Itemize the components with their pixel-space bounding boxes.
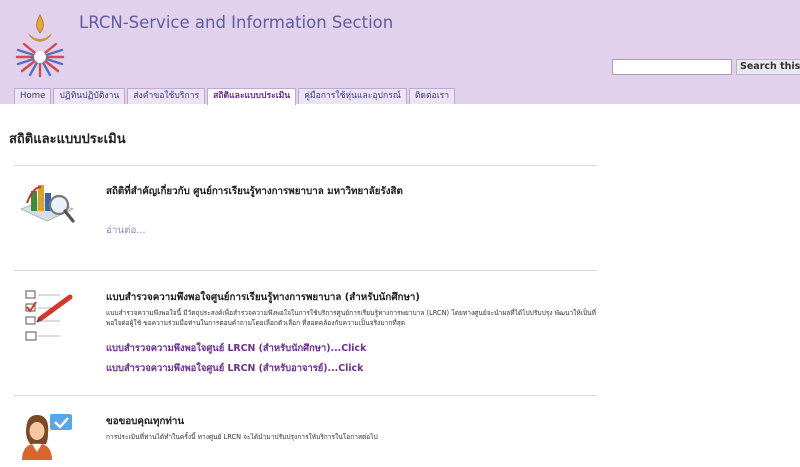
tab-contact[interactable]: ติดต่อเรา (408, 88, 456, 104)
divider (14, 165, 597, 166)
divider (14, 270, 597, 271)
survey-heading[interactable]: แบบสำรวจความพึงพอใจศูนย์การเรียนรู้ทางกา… (106, 290, 420, 305)
tab-calendar[interactable]: ปฏิทินปฏิบัติงาน (53, 88, 126, 104)
site-logo[interactable] (14, 12, 66, 78)
search-input[interactable] (612, 59, 732, 75)
tab-statistics[interactable]: สถิติและแบบประเมิน (207, 88, 297, 105)
page-title: สถิติและแบบประเมิน (9, 132, 126, 147)
survey-description: แบบสำรวจความพึงพอใจนี้ มีวัตถุประสงค์เพื… (106, 309, 597, 327)
checklist-icon (24, 289, 74, 347)
stats-heading[interactable]: สถิติที่สำคัญเกี่ยวกับ ศูนย์การเรียนรู้ท… (106, 184, 403, 199)
nav-tabs: Home ปฏิทินปฏิบัติงาน ส่งคำขอใช้บริการ ส… (14, 88, 457, 105)
thanks-description: การประเมินที่ท่านได้ทำในครั้งนี้ ทางศูนย… (106, 433, 378, 441)
teacher-survey-link[interactable]: แบบสำรวจความพึงพอใจศูนย์ LRCN (สำหรับอาจ… (106, 361, 363, 376)
tab-manuals[interactable]: คู่มือการใช้หุ่นและอุปกรณ์ (298, 88, 407, 104)
divider (14, 395, 597, 396)
person-check-icon (20, 410, 76, 460)
search-button[interactable]: Search this site (736, 59, 800, 75)
student-survey-link[interactable]: แบบสำรวจความพึงพอใจศูนย์ LRCN (สำหรับนัก… (106, 341, 366, 356)
thanks-heading: ขอขอบคุณทุกท่าน (106, 416, 185, 427)
chart-magnifier-icon (19, 179, 77, 229)
read-more-link[interactable]: อ่านต่อ... (106, 223, 146, 238)
logo-emblem (15, 14, 65, 78)
tab-home[interactable]: Home (14, 88, 52, 104)
tab-service-request[interactable]: ส่งคำขอใช้บริการ (127, 88, 206, 104)
site-title[interactable]: LRCN-Service and Information Section (79, 13, 393, 32)
